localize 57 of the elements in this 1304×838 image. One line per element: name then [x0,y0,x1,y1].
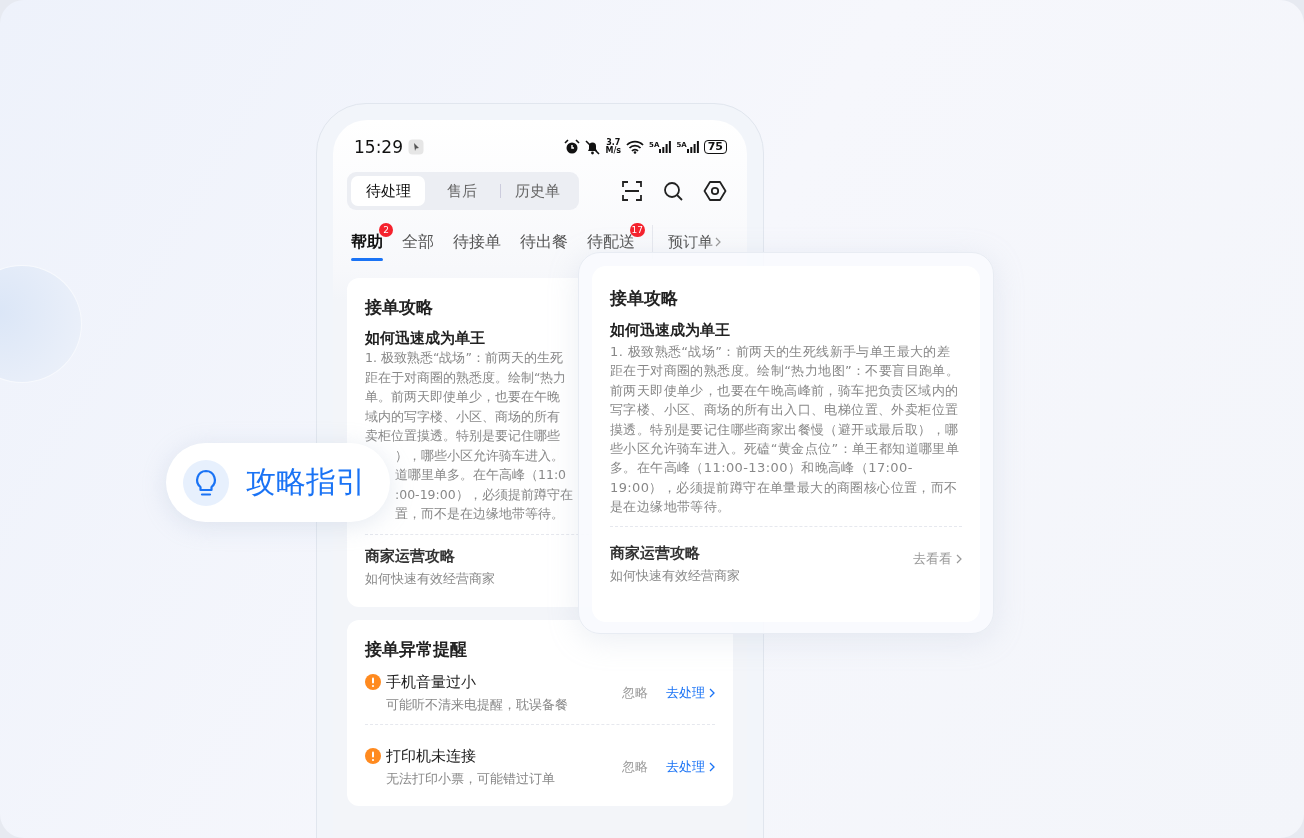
article-text-line: 置，而不是在边缘地带等待。 [395,505,564,523]
card-title: 接单异常提醒 [365,637,467,661]
article-title: 如何迅速成为单王 [365,328,485,348]
signal-icon [686,141,699,153]
section-subtitle: 如何快速有效经营商家 [365,569,495,588]
battery-indicator: 75 [703,140,727,154]
muted-bell-icon [585,139,601,155]
alarm-icon [564,139,581,155]
chevron-icon [715,237,721,247]
article-text-line: 域内的写字楼、小区、商场的所有 [365,407,560,426]
article-text-line: ），哪些小区允许骑车进入。 [395,446,564,465]
article-text-line: 道哪里单多。在午高峰（11:0 [395,466,567,484]
card-title: 接单攻略 [365,296,433,319]
article-text-line: 距在于对商圈的熟悉度。绘制“热力 [365,368,567,387]
section-subtitle: 如何快速有效经营商家 [610,566,740,585]
article-text-line: 卖柜位置摸透。特别是要记住哪些 [365,427,560,445]
scan-icon[interactable] [621,180,643,202]
section-title: 商家运营攻略 [610,542,700,564]
alert-title: 手机音量过小 [386,672,476,692]
ignore-link[interactable]: 忽略 [622,684,648,702]
network-speed: 3.7 [606,139,621,147]
order-tab[interactable]: 全部 [402,223,434,261]
chevron-icon [956,553,962,564]
pill-label: 攻略指引 [246,463,366,501]
segment-tab[interactable]: 售后 [425,176,500,206]
article-text-line: 单。前两天即使单少，也要在午晚 [365,388,560,406]
handle-link[interactable]: 去处理 [666,758,715,776]
signal-icon [659,141,672,153]
chevron-icon [709,762,715,772]
alert-title: 打印机未连接 [386,746,476,766]
warning-icon [365,748,381,764]
article-text-line: 1. 极致熟悉“战场”：前两天的生死 [365,349,563,367]
handle-link[interactable]: 去处理 [666,684,715,702]
search-icon[interactable] [662,180,684,202]
guide-pill[interactable]: 攻略指引 [166,443,390,522]
article-text: 1. 极致熟悉“战场”：前两天的生死线新手与单王最大的差距在于对商圈的熟悉度。绘制“热力地图”：不要盲目跑单。前两天即使单少，也要在午晚高峰前，骑车把负责区域内的写字楼、小区、商场的所有出入口、电梯位置、外卖柜位置摸透。特别是要记住哪些商家出餐慢（避开或最后取），哪些小区允许骑车进入。死磕“黄金点位”：单王都知道哪里单多。在午高峰（11:00-13:00）和晚高峰（17:00-19:00），必须提前蹲守在单量最大的商圈核心位置，而不是在边缘地带等待。 [610,343,961,517]
network-speed-unit: M/s [605,147,622,155]
segment-tab[interactable]: 历史单 [500,176,575,206]
settings-icon[interactable] [703,180,727,202]
alert-description: 可能听不清来电提醒，耽误备餐 [386,695,568,714]
warning-icon [365,674,381,690]
count-badge: 2 [379,223,393,237]
order-tab[interactable]: 待接单 [453,223,501,261]
wifi-icon [626,140,645,154]
section-title: 商家运营攻略 [365,545,455,567]
order-tab[interactable]: 待出餐 [520,223,568,261]
view-link[interactable]: 去看看 [913,549,962,568]
alert-description: 无法打印小票，可能错过订单 [386,769,555,788]
article-text-line: :00-19:00），必须提前蹲守在 [395,485,573,504]
article-title: 如何迅速成为单王 [610,320,730,340]
status-time: 15:29 [354,137,403,157]
ignore-link[interactable]: 忽略 [622,758,648,776]
segment-tab[interactable]: 待处理 [351,176,426,206]
app-icon [408,139,424,155]
card-title: 接单攻略 [610,287,678,310]
chevron-icon [709,688,715,698]
lightbulb-icon [194,468,218,497]
